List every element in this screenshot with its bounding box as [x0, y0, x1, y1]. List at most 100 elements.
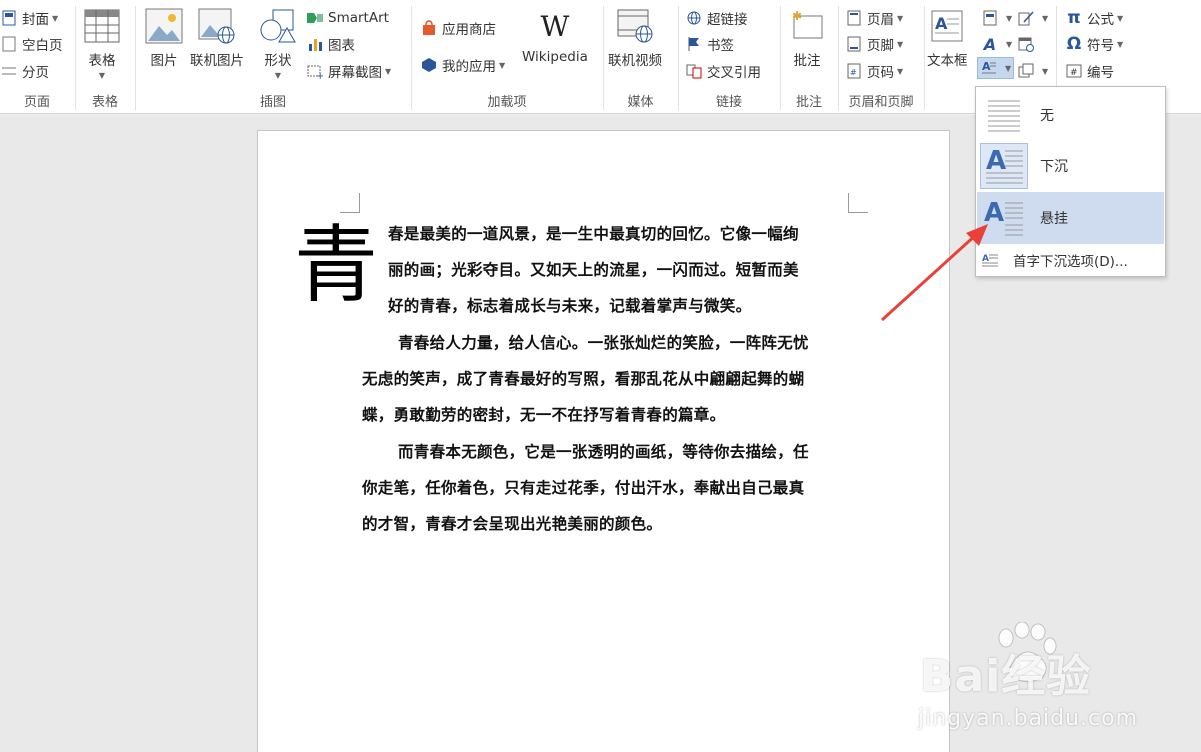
group-tables: 表格 ▼ 表格: [76, 0, 134, 114]
paragraph-line[interactable]: 的才智，青春才会呈现出光艳美丽的颜色。: [362, 512, 662, 534]
store-button[interactable]: 应用商店: [420, 17, 496, 39]
online-video-icon: [615, 6, 655, 46]
svg-text:A: A: [982, 60, 991, 73]
drop-cap-dropped-option[interactable]: A 下沉: [977, 140, 1164, 192]
header-button[interactable]: 页眉 ▼: [845, 7, 903, 29]
chevron-down-icon: ▼: [897, 39, 904, 49]
number-button[interactable]: # 编号: [1065, 60, 1114, 82]
svg-text:+: +: [316, 71, 323, 79]
shapes-icon: [258, 6, 298, 46]
store-icon: [420, 19, 438, 37]
date-time-button[interactable]: [1017, 33, 1039, 55]
svg-text:#: #: [1070, 68, 1078, 78]
picture-button[interactable]: 图片: [144, 6, 184, 69]
watermark-url: jingyan.baidu.com: [918, 706, 1139, 731]
group-label: 批注: [795, 95, 822, 110]
bookmark-button[interactable]: 书签: [685, 33, 734, 55]
chevron-down-icon: ▼: [1006, 13, 1013, 23]
drop-cap-in-margin-option[interactable]: A 悬挂: [977, 192, 1164, 244]
baidu-watermark: Bai经验 jingyan.baidu.com: [900, 620, 1190, 750]
paragraph-line[interactable]: 春是最美的一道风景，是一生中最真切的回忆。它像一幅绚: [388, 222, 799, 244]
chevron-down-icon: ▼: [98, 71, 106, 80]
equation-button[interactable]: π 公式 ▼: [1065, 7, 1123, 29]
group-label: 页眉和页脚: [848, 95, 914, 110]
symbol-button[interactable]: Ω 符号 ▼: [1065, 33, 1123, 55]
paragraph-line[interactable]: 丽的画；光彩夺目。又如天上的流星，一闪而过。短暂而美: [388, 258, 799, 280]
paragraph-line[interactable]: 无虑的笑声，成了青春最好的写照，看那乱花从中翩翩起舞的蝴: [362, 367, 804, 389]
group-pages: 封面 ▼ 空白页 分页 页面: [0, 0, 74, 114]
drop-cap-button[interactable]: A ▼: [977, 57, 1015, 79]
comment-button[interactable]: ✱ 批注: [787, 6, 827, 69]
group-header-footer: 页眉 ▼ 页脚 ▼ # 页码 ▼ 页眉和页脚: [839, 0, 923, 114]
annotation-arrow: [880, 224, 988, 322]
quick-parts-icon: [981, 9, 999, 27]
blank-page-button[interactable]: 空白页: [0, 33, 63, 55]
pi-icon: π: [1067, 8, 1081, 28]
table-button[interactable]: 表格 ▼: [82, 6, 122, 81]
drop-cap-options-item[interactable]: A 首字下沉选项(D)...: [977, 246, 1164, 274]
chevron-down-icon: ▼: [1117, 39, 1124, 49]
svg-text:A: A: [986, 146, 1006, 176]
page-number-icon: #: [845, 62, 863, 80]
wordart-button[interactable]: A ▼: [981, 33, 1012, 55]
object-icon: [1017, 62, 1035, 80]
group-label: 页面: [23, 95, 50, 110]
online-picture-icon: [197, 6, 237, 46]
group-label: 表格: [91, 95, 118, 110]
paragraph-line[interactable]: 而青春本无颜色，它是一张透明的画纸，等待你去描绘，任: [398, 440, 809, 462]
group-comments: ✱ 批注 批注: [781, 0, 837, 114]
footer-button[interactable]: 页脚 ▼: [845, 33, 903, 55]
blank-page-icon: [0, 35, 18, 53]
online-picture-button[interactable]: 联机图片: [190, 6, 244, 69]
screenshot-button[interactable]: + 屏幕截图 ▼: [306, 60, 391, 82]
signature-line-button[interactable]: ▼: [1017, 7, 1048, 29]
object-button[interactable]: ▼: [1017, 60, 1048, 82]
page-number-button[interactable]: # 页码 ▼: [845, 60, 903, 82]
svg-text:A: A: [935, 14, 948, 33]
omega-icon: Ω: [1066, 34, 1082, 54]
wikipedia-button[interactable]: W Wikipedia: [522, 6, 588, 66]
group-media: 联机视频 媒体: [604, 0, 677, 114]
table-icon: [82, 6, 122, 46]
wordart-icon: A: [983, 34, 997, 54]
header-icon: [845, 9, 863, 27]
group-label: 加载项: [487, 95, 527, 110]
textbox-button[interactable]: A 文本框: [927, 6, 968, 69]
paragraph-line[interactable]: 你走笔，任你着色，只有走过花季，付出汗水，奉献出自己最真: [362, 476, 804, 498]
hyperlink-button[interactable]: 超链接: [685, 7, 748, 29]
textbox-icon: A: [927, 6, 967, 46]
smartart-icon: [306, 9, 324, 27]
footer-icon: [845, 35, 863, 53]
drop-cap-none-icon: [980, 92, 1028, 138]
comment-icon: ✱: [787, 6, 827, 46]
smartart-button[interactable]: SmartArt: [306, 7, 389, 29]
chevron-down-icon: ▼: [897, 66, 904, 76]
chevron-down-icon: ▼: [897, 13, 904, 23]
drop-cap-menu: 无 A 下沉 A 悬挂 A 首字下沉选项(D)...: [975, 86, 1166, 277]
number-icon: #: [1065, 62, 1083, 80]
chart-icon: [306, 35, 324, 53]
wikipedia-icon: W: [540, 9, 570, 43]
paragraph-line[interactable]: 青春给人力量，给人信心。一张张灿烂的笑脸，一阵阵无忧: [398, 331, 809, 353]
cover-page-button[interactable]: 封面 ▼: [0, 7, 58, 29]
page-break-button[interactable]: 分页: [0, 60, 49, 82]
chevron-down-icon: ▼: [499, 60, 506, 70]
group-label: 链接: [715, 95, 742, 110]
drop-cap-none-option[interactable]: 无: [977, 89, 1164, 141]
online-video-button[interactable]: 联机视频: [608, 6, 662, 69]
quick-parts-button[interactable]: ▼: [981, 7, 1012, 29]
cross-reference-icon: [685, 62, 703, 80]
chart-button[interactable]: 图表: [306, 33, 355, 55]
drop-cap-letter[interactable]: 青: [294, 210, 378, 320]
drop-cap-dropped-icon: A: [980, 143, 1028, 189]
chevron-down-icon: ▼: [1117, 13, 1124, 23]
shapes-button[interactable]: 形状 ▼: [258, 6, 298, 81]
chevron-down-icon: ▼: [52, 13, 59, 23]
group-label: 媒体: [627, 95, 654, 110]
paragraph-line[interactable]: 蝶，勇敢勤劳的密封，无一不在抒写着青春的篇章。: [362, 403, 725, 425]
group-illustrations: 图片 联机图片 形状 ▼ SmartArt 图表 + 屏幕截图 ▼ 插图: [136, 0, 410, 114]
cross-reference-button[interactable]: 交叉引用: [685, 60, 761, 82]
paragraph-line[interactable]: 好的青春，标志着成长与未来，记载着掌声与微笑。: [388, 294, 751, 316]
group-addins: 应用商店 我的应用 ▼ W Wikipedia 加载项: [412, 0, 602, 114]
my-apps-button[interactable]: 我的应用 ▼: [420, 54, 505, 76]
